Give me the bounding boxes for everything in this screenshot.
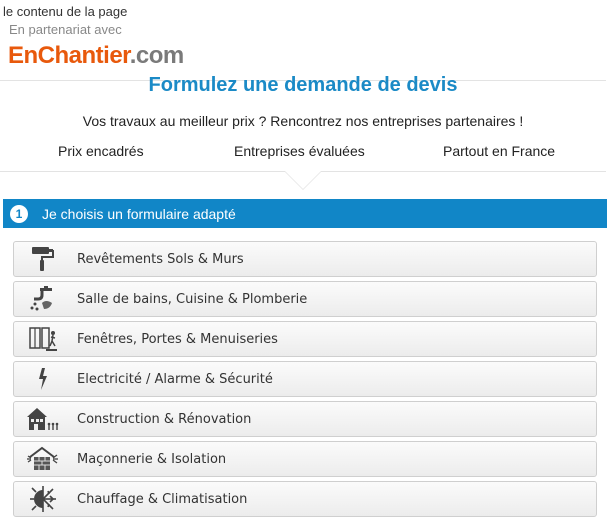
category-label: Chauffage & Climatisation: [77, 491, 248, 507]
enchantier-logo[interactable]: EnChantier.com: [8, 42, 184, 70]
category-salle-de-bains-button[interactable]: Salle de bains, Cuisine & Plomberie: [13, 281, 597, 317]
faucet-icon: [23, 282, 63, 316]
feature-rated-companies: Entreprises évaluées: [234, 143, 365, 159]
features-row: Prix encadrés Entreprises évaluées Parto…: [0, 143, 606, 163]
category-revetements-button[interactable]: Revêtements Sols & Murs: [13, 241, 597, 277]
logo-domain: .com: [129, 42, 185, 69]
category-label: Maçonnerie & Isolation: [77, 451, 227, 467]
door-window-icon: [23, 322, 63, 356]
page-subtitle: Vos travaux au meilleur prix ? Rencontre…: [82, 113, 524, 129]
house-construction-icon: [23, 402, 63, 436]
step-header: 1 Je choisis un formulaire adapté: [3, 199, 607, 228]
logo-brand: EnChantier: [8, 42, 130, 69]
partner-text: En partenariat avec: [9, 22, 122, 37]
category-list: Revêtements Sols & Murs Salle de bains, …: [13, 241, 597, 520]
step-label: Je choisis un formulaire adapté: [42, 205, 236, 222]
category-label: Electricité / Alarme & Sécurité: [77, 371, 273, 387]
brick-wall-icon: [23, 442, 63, 476]
page-title: Formulez une demande de devis: [148, 74, 458, 96]
feature-prices: Prix encadrés: [58, 143, 144, 159]
category-label: Revêtements Sols & Murs: [77, 251, 244, 267]
category-label: Fenêtres, Portes & Menuiseries: [77, 331, 278, 347]
category-label: Salle de bains, Cuisine & Plomberie: [77, 291, 308, 307]
category-electricite-button[interactable]: Electricité / Alarme & Sécurité: [13, 361, 597, 397]
sun-snowflake-icon: [23, 482, 63, 516]
feature-nationwide: Partout en France: [443, 143, 556, 159]
intro-text: le contenu de la page: [3, 4, 128, 19]
category-fenetres-button[interactable]: Fenêtres, Portes & Menuiseries: [13, 321, 597, 357]
lightning-icon: [23, 362, 63, 396]
category-chauffage-button[interactable]: Chauffage & Climatisation: [13, 481, 597, 517]
step-number-badge: 1: [10, 204, 28, 223]
category-maconnerie-button[interactable]: Maçonnerie & Isolation: [13, 441, 597, 477]
divider-arrow-fill: [285, 171, 321, 189]
paint-roller-icon: [23, 242, 63, 276]
category-construction-button[interactable]: Construction & Rénovation: [13, 401, 597, 437]
category-label: Construction & Rénovation: [77, 411, 252, 427]
